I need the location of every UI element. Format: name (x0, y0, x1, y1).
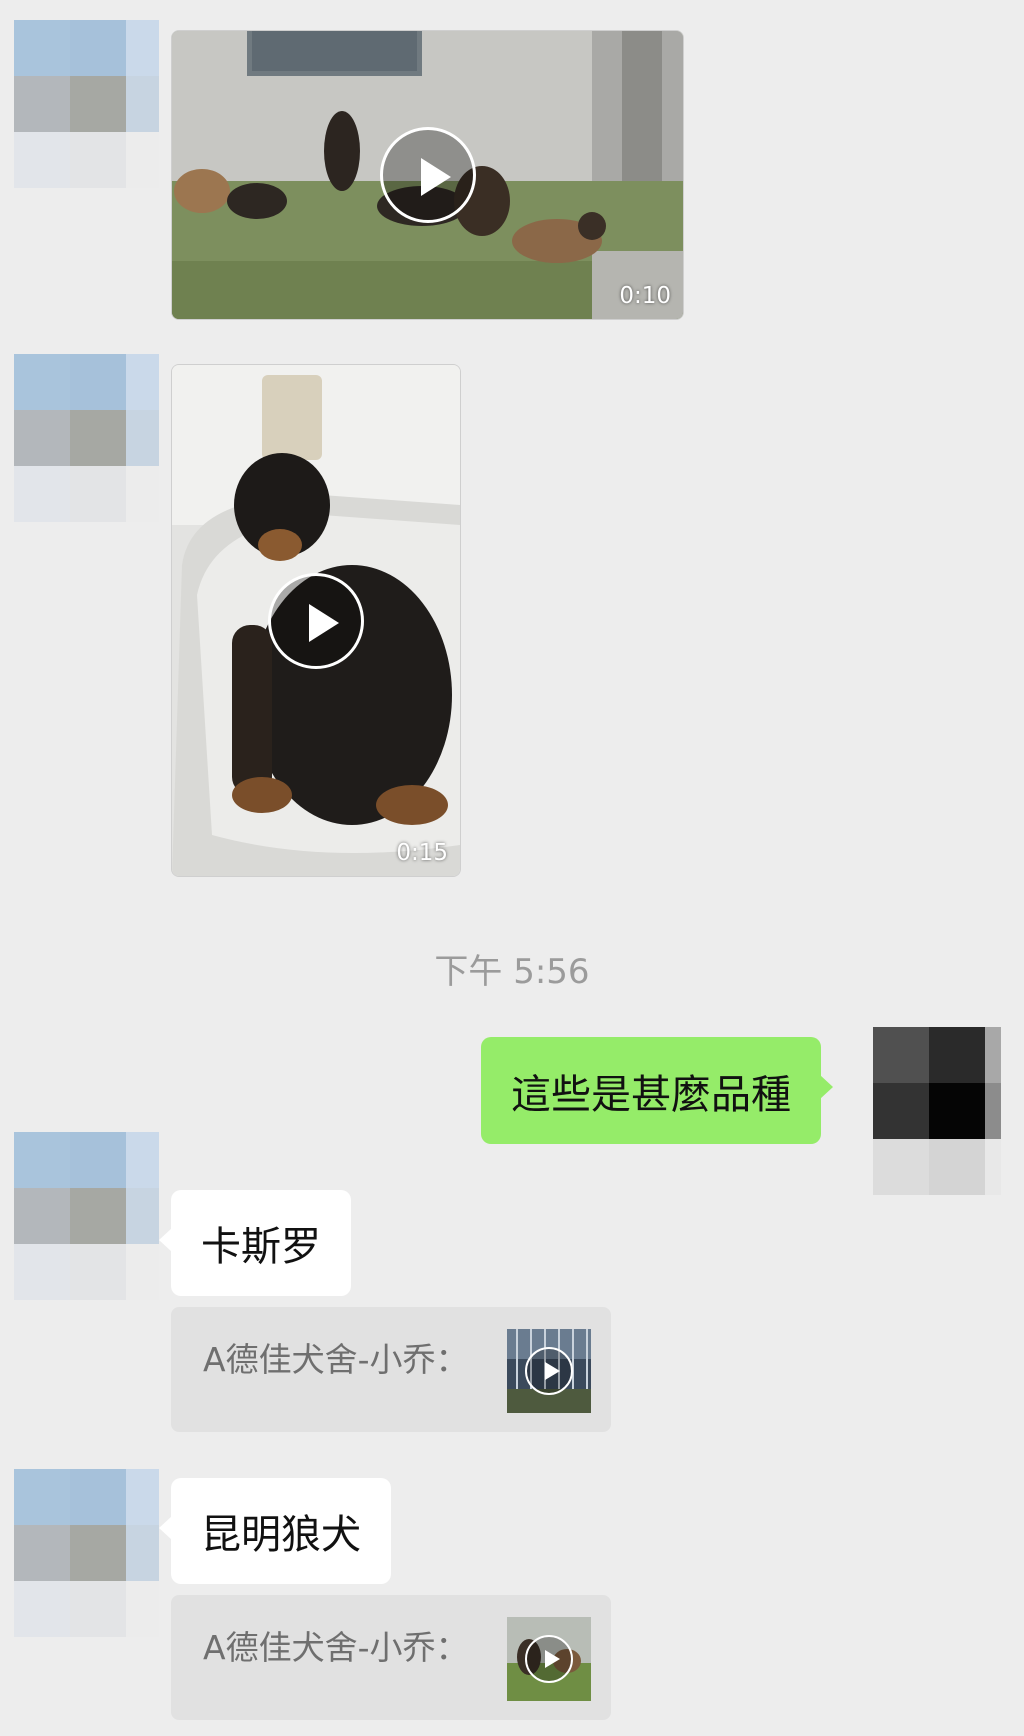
video-thumbnail-icon[interactable] (507, 1617, 591, 1701)
quoted-message[interactable]: A德佳犬舍-小乔： (171, 1307, 611, 1432)
video-message[interactable]: 0:15 (171, 364, 461, 877)
video-message[interactable]: 0:10 (171, 30, 684, 320)
video-thumbnail-icon[interactable] (507, 1329, 591, 1413)
play-icon[interactable] (379, 127, 476, 223)
message-text: 昆明狼犬 (201, 1512, 361, 1558)
my-avatar[interactable] (873, 1027, 1001, 1195)
play-icon[interactable] (268, 572, 364, 669)
message-text: 這些是甚麼品種 (511, 1071, 791, 1118)
friend-message-bubble[interactable]: 卡斯罗 (159, 1190, 351, 1296)
quoted-message[interactable]: A德佳犬舍-小乔： (171, 1595, 611, 1720)
message-text: 卡斯罗 (201, 1224, 321, 1270)
my-message-bubble[interactable]: 這些是甚麼品種 (481, 1037, 833, 1144)
quote-text: A德佳犬舍-小乔： (203, 1340, 469, 1379)
friend-avatar[interactable] (14, 1132, 159, 1300)
video-duration: 0:15 (396, 840, 448, 866)
friend-message-bubble[interactable]: 昆明狼犬 (159, 1478, 391, 1584)
message-timestamp: 下午 5:56 (434, 952, 590, 992)
friend-avatar[interactable] (14, 354, 159, 522)
friend-avatar[interactable] (14, 1469, 159, 1637)
friend-avatar[interactable] (14, 20, 159, 188)
quote-text: A德佳犬舍-小乔： (203, 1628, 469, 1667)
video-duration: 0:10 (619, 283, 671, 309)
